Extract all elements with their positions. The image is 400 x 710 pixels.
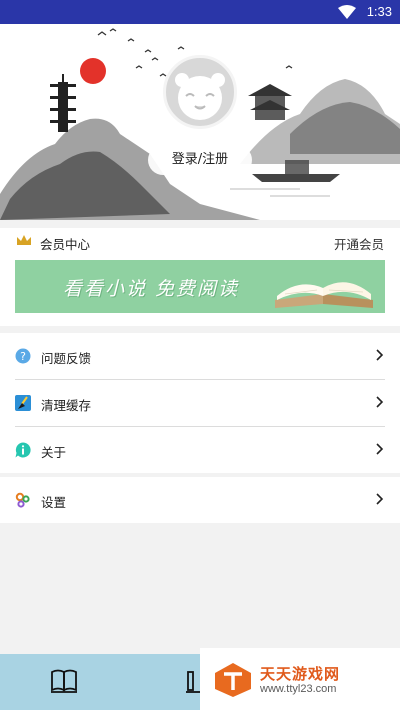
menu-item-about[interactable]: 关于	[0, 427, 400, 473]
menu-label-clear-cache: 清理缓存	[41, 398, 92, 413]
watermark-url: www.ttyl23.com	[260, 683, 337, 695]
member-center-label: 会员中心	[40, 237, 91, 252]
avatar[interactable]	[163, 55, 237, 129]
gears-icon	[15, 492, 30, 508]
open-book-image	[275, 282, 373, 308]
menu-item-clear-cache[interactable]: 清理缓存	[0, 380, 400, 426]
chevron-right-icon	[376, 493, 384, 505]
member-center-row[interactable]: 会员中心 开通会员	[0, 228, 400, 256]
open-membership-link[interactable]: 开通会员	[334, 234, 384, 253]
promo-banner[interactable]: 看看小说 免费阅读	[15, 260, 385, 313]
menu-item-feedback[interactable]: ? 问题反馈	[0, 333, 400, 379]
menu-group-settings: 设置	[0, 477, 400, 523]
panda-avatar-icon	[175, 73, 225, 120]
bookshelf-icon[interactable]	[186, 668, 200, 694]
watermark-title: 天天游戏网	[260, 665, 341, 683]
book-icon[interactable]	[50, 668, 78, 694]
chevron-right-icon	[376, 349, 384, 361]
promo-section: 看看小说 免费阅读	[0, 256, 400, 326]
menu-group-main: ? 问题反馈 清理缓存 关于	[0, 333, 400, 473]
question-icon: ?	[15, 348, 31, 364]
status-time: 1:33	[366, 4, 392, 19]
menu-label-settings: 设置	[41, 495, 67, 510]
chevron-right-icon	[376, 443, 384, 455]
profile-banner: 登录/注册	[0, 24, 400, 220]
menu-item-settings[interactable]: 设置	[0, 477, 400, 523]
broom-icon	[15, 395, 31, 411]
wifi-icon	[338, 5, 356, 19]
login-register-button[interactable]: 登录/注册	[148, 145, 252, 175]
svg-text:?: ?	[20, 350, 26, 363]
promo-text: 看看小说 免费阅读	[63, 278, 240, 300]
watermark-logo	[215, 663, 251, 697]
status-bar: 1:33	[0, 0, 400, 24]
watermark: 天天游戏网 www.ttyl23.com	[200, 648, 400, 710]
chevron-right-icon	[376, 396, 384, 408]
info-chat-icon	[15, 442, 31, 458]
menu-label-about: 关于	[41, 445, 67, 460]
menu-label-feedback: 问题反馈	[41, 351, 92, 366]
crown-icon	[17, 235, 31, 245]
